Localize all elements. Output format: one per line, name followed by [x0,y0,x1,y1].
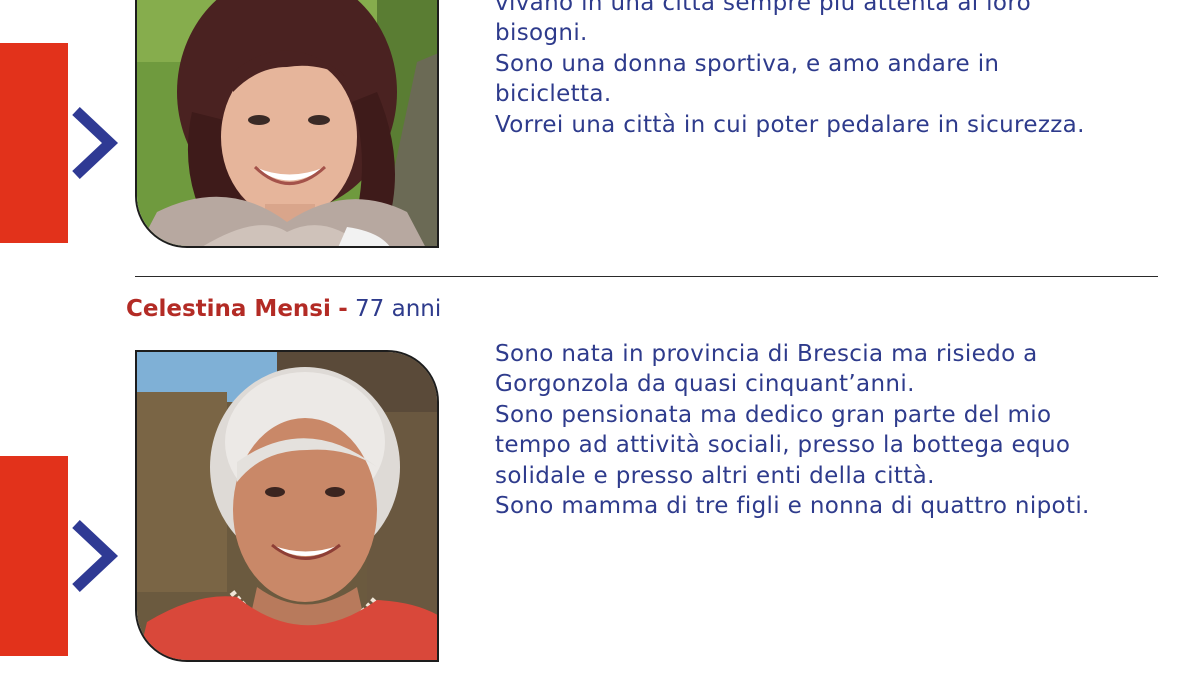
bio-line: bisogni. [495,20,588,47]
person-separator: - [338,296,348,322]
section-divider [135,276,1158,277]
bio-line: tempo ad attività sociali, presso la bot… [495,432,1071,459]
accent-bar-1 [0,43,68,243]
person-age: 77 anni [355,296,442,322]
accent-bar-2 [0,456,68,656]
person-heading: Celestina Mensi - 77 anni [126,294,441,324]
bio-line: bicicletta. [495,81,612,108]
bio-line: Gorgonzola da quasi cinquant’anni. [495,371,915,398]
bio-line: Vorrei una città in cui poter pedalare i… [495,111,1085,138]
profile-bio-2: Sono nata in provincia di Brescia ma ris… [495,339,1185,521]
bio-line: Sono mamma di tre figli e nonna di quatt… [495,493,1090,520]
bio-line: Sono pensionata ma dedico gran parte del… [495,401,1052,428]
chevron-right-icon [72,106,119,180]
profile-photo-1 [135,0,439,248]
bio-line: Sono nata in provincia di Brescia ma ris… [495,341,1038,367]
bio-line: solidale e presso altri enti della città… [495,462,935,489]
chevron-right-icon [72,519,119,593]
person-name: Celestina Mensi [126,296,331,322]
profiles-page: vivano in una città sempre più attenta a… [0,0,1200,675]
bio-line: Sono una donna sportiva, e amo andare in [495,50,1000,77]
profile-photo-2 [135,350,439,662]
bio-line: vivano in una città sempre più attenta a… [495,0,1032,16]
profile-bio-1: vivano in una città sempre più attenta a… [495,0,1185,140]
